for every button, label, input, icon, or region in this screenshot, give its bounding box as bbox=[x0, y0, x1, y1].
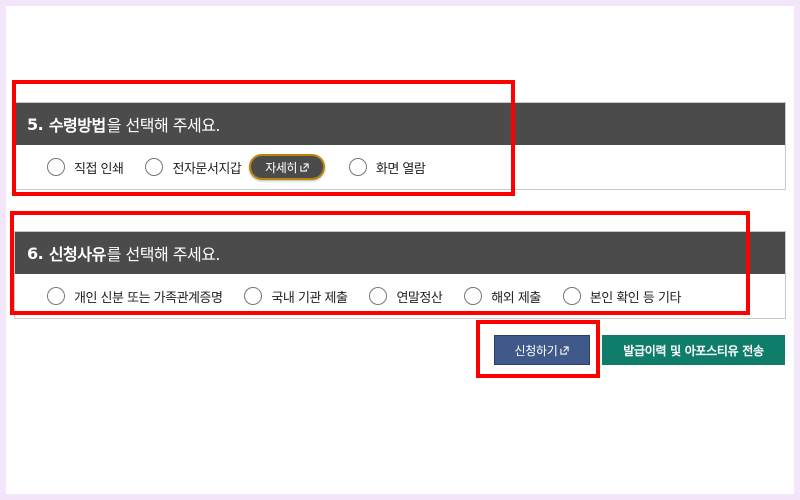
option-label: 전자문서지갑 bbox=[172, 161, 242, 177]
apply-button[interactable]: 신청하기 bbox=[494, 335, 590, 365]
option-year-end-tax[interactable]: 연말정산 bbox=[369, 287, 443, 306]
radio-button[interactable] bbox=[369, 287, 388, 305]
section-5-number: 5. bbox=[27, 114, 44, 134]
section-receipt-method: 5. 수령방법 을 선택해 주세요. 직접 인쇄 전자문서지갑 자세히 화면 열람 bbox=[14, 102, 786, 190]
external-link-icon bbox=[300, 162, 309, 172]
radio-button[interactable] bbox=[562, 287, 581, 305]
radio-button[interactable] bbox=[348, 158, 367, 176]
apply-button-label: 신청하기 bbox=[514, 343, 558, 358]
send-button-label: 발급이력 및 아포스티유 전송 bbox=[623, 343, 764, 358]
option-label: 국내 기관 제출 bbox=[271, 290, 348, 306]
section-application-reason: 6. 신청사유 를 선택해 주세요. 개인 신분 또는 가족관계증명 국내 기관 … bbox=[14, 231, 786, 319]
radio-button[interactable] bbox=[47, 158, 65, 176]
radio-button[interactable] bbox=[464, 287, 483, 305]
detail-button-label: 자세히 bbox=[265, 160, 297, 175]
radio-button[interactable] bbox=[47, 287, 65, 305]
section-6-title-rest: 를 선택해 주세요. bbox=[106, 245, 221, 264]
section-6-header: 6. 신청사유 를 선택해 주세요. bbox=[15, 232, 785, 274]
option-identity-proof[interactable]: 개인 신분 또는 가족관계증명 bbox=[47, 287, 223, 306]
option-label: 해외 제출 bbox=[491, 290, 541, 306]
section-6-title-bold: 신청사유 bbox=[48, 245, 106, 264]
option-other[interactable]: 본인 확인 등 기타 bbox=[562, 287, 682, 306]
option-direct-print[interactable]: 직접 인쇄 bbox=[47, 158, 124, 177]
section-5-options: 직접 인쇄 전자문서지갑 자세히 화면 열람 bbox=[15, 145, 785, 189]
section-5-header: 5. 수령방법 을 선택해 주세요. bbox=[15, 103, 785, 145]
send-apostille-button[interactable]: 발급이력 및 아포스티유 전송 bbox=[602, 335, 785, 365]
section-6-options: 개인 신분 또는 가족관계증명 국내 기관 제출 연말정산 해외 제출 본인 확… bbox=[15, 274, 785, 318]
section-5-title-bold: 수령방법 bbox=[48, 116, 106, 135]
option-label: 직접 인쇄 bbox=[74, 161, 124, 177]
external-link-icon bbox=[560, 345, 570, 355]
option-e-wallet[interactable]: 전자문서지갑 bbox=[145, 158, 242, 177]
option-label: 연말정산 bbox=[396, 290, 443, 306]
section-5-title-rest: 을 선택해 주세요. bbox=[106, 116, 221, 135]
radio-button[interactable] bbox=[244, 287, 263, 305]
option-label: 개인 신분 또는 가족관계증명 bbox=[74, 290, 223, 306]
option-label: 화면 열람 bbox=[375, 161, 426, 177]
detail-button[interactable]: 자세히 bbox=[249, 154, 325, 180]
option-overseas-submission[interactable]: 해외 제출 bbox=[464, 287, 541, 306]
option-domestic-submission[interactable]: 국내 기관 제출 bbox=[244, 287, 348, 306]
option-screen-view[interactable]: 화면 열람 bbox=[348, 158, 426, 177]
section-6-number: 6. bbox=[27, 243, 44, 263]
option-label: 본인 확인 등 기타 bbox=[589, 290, 682, 306]
radio-button[interactable] bbox=[145, 158, 164, 176]
